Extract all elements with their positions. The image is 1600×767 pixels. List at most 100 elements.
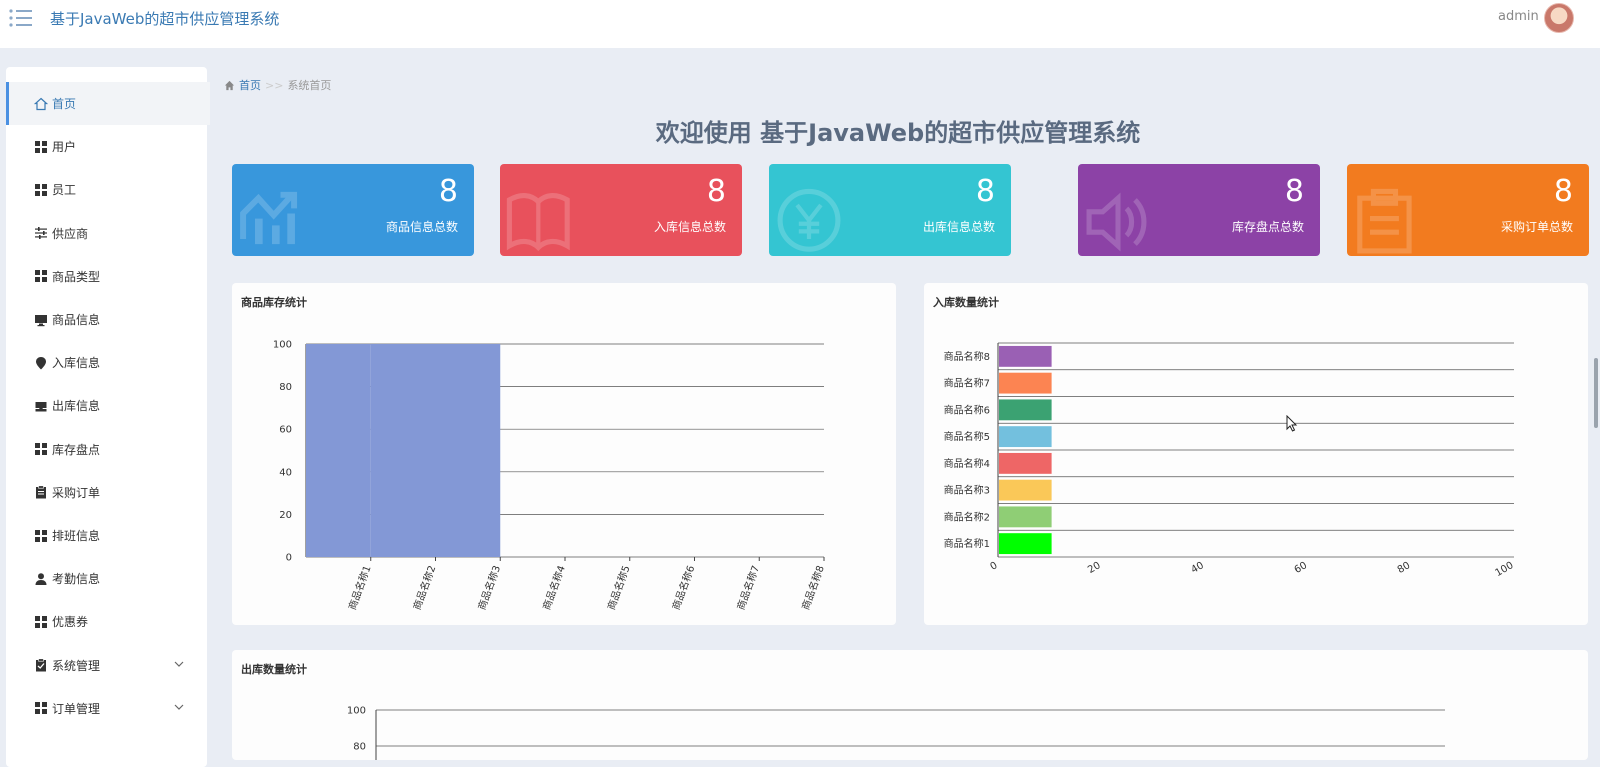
x-tick-label: 商品名称6 [669,564,697,612]
top-header: 基于JavaWeb的超市供应管理系统 admin [0,0,1600,48]
x-tick-label: 商品名称7 [734,564,762,612]
book-icon [506,193,570,252]
page-scrollbar[interactable] [1594,358,1598,428]
sidebar-item-label: 考勤信息 [52,572,101,587]
breadcrumb-current: 系统首页 [287,79,332,92]
clipboard-check-icon [34,658,48,672]
sidebar-item[interactable]: 员工 [6,168,207,211]
bar [999,399,1052,421]
y-tick-label: 商品名称4 [944,457,990,470]
sidebar-item[interactable]: 商品类型 [6,255,207,298]
x-tick-label: 0 [988,560,999,573]
welcome-heading: 欢迎使用 基于JavaWeb的超市供应管理系统 [655,119,1141,147]
menu-toggle-icon[interactable] [8,6,34,30]
stat-label: 商品信息总数 [385,220,458,234]
avatar[interactable] [1544,3,1574,33]
sidebar-item-label: 首页 [52,97,77,111]
bar [435,344,501,557]
user-icon [34,572,48,586]
map-pin-icon [34,356,48,370]
sidebar-item[interactable]: 系统管理 [6,644,207,687]
x-tick-label: 80 [1396,560,1413,576]
y-tick-label: 商品名称5 [944,430,990,443]
y-tick-label: 商品名称2 [944,510,990,523]
bar [999,533,1052,555]
clipboard-icon [1357,188,1412,254]
y-tick-label: 20 [279,510,292,521]
grid-icon [34,183,48,197]
y-tick-label: 80 [353,742,366,753]
breadcrumb-home-link[interactable]: 首页 [239,77,261,93]
sidebar-item[interactable]: 出库信息 [6,384,207,427]
x-tick-label: 商品名称5 [604,564,632,612]
stat-value: 8 [1553,174,1573,209]
stock-chart-panel: 商品库存统计 0 20 40 60 80 100 商品名称1 商品名称2 商品名称3 商品名称4 商… [232,283,896,625]
home-icon [34,97,48,111]
stat-label: 入库信息总数 [653,220,726,234]
sidebar-item[interactable]: 考勤信息 [6,557,207,600]
x-tick-label: 商品名称8 [799,564,827,612]
bar [370,344,436,557]
grid-icon [34,701,48,715]
sidebar-item[interactable]: 商品信息 [6,298,207,341]
stat-label: 库存盘点总数 [1231,220,1304,234]
sidebar-item[interactable]: 入库信息 [6,341,207,384]
stat-value: 8 [438,174,458,209]
stat-value: 8 [975,174,995,209]
sidebar-item-label: 出库信息 [52,399,101,414]
sliders-icon [34,226,48,240]
chevron-down-icon[interactable] [173,658,185,670]
sidebar-item[interactable]: 用户 [6,125,207,168]
app-title: 基于JavaWeb的超市供应管理系统 [50,10,280,28]
y-tick-label: 商品名称7 [944,377,990,390]
stat-card[interactable]: 8 入库信息总数 [500,164,742,256]
x-tick-label: 40 [1189,560,1206,576]
y-tick-label: 商品名称1 [944,537,990,550]
grid-icon [34,615,48,629]
breadcrumb: 首页 >> 系统首页 [224,77,331,93]
y-tick-label: 100 [273,340,292,351]
chevron-down-icon[interactable] [173,701,185,713]
grid-icon [34,269,48,283]
x-tick-label: 20 [1086,560,1103,576]
sidebar-item-label: 供应商 [52,226,89,241]
sidebar-item[interactable]: 排班信息 [6,514,207,557]
outbound-chart-panel: 出库数量统计 80 100 [232,650,1588,760]
y-tick-label: 0 [286,553,292,564]
bar [999,479,1052,501]
stat-card[interactable]: 8 采购订单总数 [1347,164,1589,256]
y-tick-label: 商品名称8 [944,350,990,363]
stat-card[interactable]: 8 库存盘点总数 [1078,164,1320,256]
stat-label: 出库信息总数 [922,220,995,234]
stat-label: 采购订单总数 [1500,220,1573,234]
monitor-icon [34,313,48,327]
stock-bar-chart: 0 20 40 60 80 100 商品名称1 商品名称2 商品名称3 商品名称4 商品名称5 商品名… [273,340,827,612]
stat-card[interactable]: 8 商品信息总数 [232,164,474,256]
bar [999,372,1052,394]
sidebar-item-label: 优惠券 [52,615,89,630]
sidebar-item[interactable]: 优惠券 [6,600,207,643]
bar [999,426,1052,448]
stat-card[interactable]: 8 出库信息总数 [769,164,1011,256]
speaker-icon [1086,192,1147,252]
mouse-cursor-icon [1286,415,1298,432]
sidebar-item-label: 入库信息 [52,356,101,371]
y-tick-label: 100 [347,706,366,717]
sidebar-item-label: 采购订单 [52,485,101,500]
bar [999,452,1052,474]
sidebar-item[interactable]: 订单管理 [6,687,207,730]
inbox-icon [34,399,48,413]
breadcrumb-separator: >> [265,78,284,92]
sidebar-item[interactable]: 采购订单 [6,471,207,514]
bar [306,344,371,557]
x-tick-label: 60 [1293,560,1310,576]
user-name[interactable]: admin [1498,9,1539,24]
sidebar-item[interactable]: 供应商 [6,212,207,255]
sidebar-item[interactable]: 首页 [6,82,210,125]
x-tick-label: 商品名称1 [345,564,373,612]
sidebar: 首页用户 员工供应商商品类型 商品信息入库信息出库信息库存盘点采购订单排班信息考勤信… [6,67,210,767]
sidebar-item-label: 排班信息 [52,529,101,543]
x-tick-label: 商品名称3 [475,564,503,612]
sidebar-item[interactable]: 库存盘点 [6,428,207,471]
y-tick-label: 商品名称3 [944,484,990,497]
